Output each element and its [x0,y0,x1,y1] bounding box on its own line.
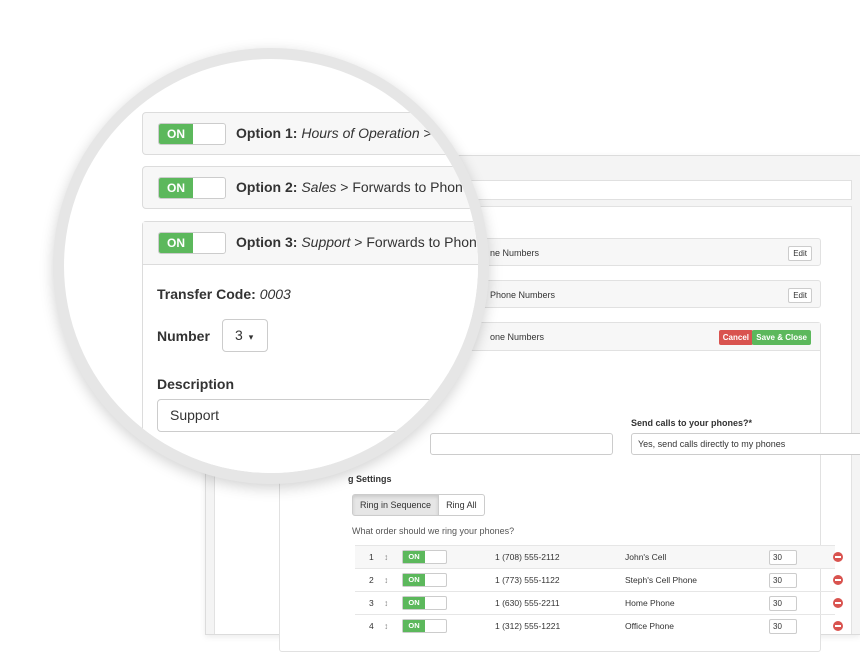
table-row: 4 ↕ ON 1 (312) 555-1221 Office Phone 30 [355,614,843,637]
option-prefix: Option 1: [236,125,298,141]
phone-number: 1 (630) 555-2211 [495,598,560,608]
option-category: Hours of Operation [301,125,420,141]
option-prefix: Option 2: [236,179,298,195]
row-index: 3 [369,598,374,608]
phone-name: Steph's Cell Phone [625,575,698,585]
ring-seconds-input[interactable]: 30 [769,550,797,565]
ring-settings-label: g Settings [348,474,392,484]
option-row-2[interactable]: ON Option 2: Sales > Forwards to Phone [142,166,478,209]
send-calls-value: Yes, send calls directly to my phones [638,439,786,449]
ring-seconds-input[interactable]: 30 [769,596,797,611]
ring-in-sequence-button[interactable]: Ring in Sequence [352,494,440,516]
phone-toggle[interactable]: ON [402,550,447,564]
transfer-code: Transfer Code: 0003 [157,286,291,302]
option-prefix: Option 3: [236,234,298,250]
ring-seconds-input[interactable]: 30 [769,573,797,588]
row-index: 2 [369,575,374,585]
option-label: Option 3: Support > Forwards to Phone [236,222,478,263]
option-separator: > [350,234,367,250]
on-label: ON [159,233,193,253]
transfer-code-value: 0003 [259,286,291,302]
number-value: 3 [235,327,243,343]
description-input[interactable]: Support [157,399,478,432]
on-label: ON [159,124,193,144]
phone-name: Office Phone [625,621,674,631]
transfer-code-label: Transfer Code: [157,286,256,302]
option-toggle[interactable]: ON [158,232,226,254]
on-label: ON [403,574,425,586]
phone-toggle[interactable]: ON [402,573,447,587]
row-label: one Numbers [490,332,545,342]
remove-icon[interactable] [833,621,843,631]
drag-handle-icon[interactable]: ↕ [384,569,388,591]
option-row-3[interactable]: ON Option 3: Support > Forwards to Phone [143,222,478,265]
ring-mode-group: Ring in Sequence Ring All [352,494,485,516]
phone-name: Home Phone [625,598,675,608]
phone-number: 1 (773) 555-1122 [495,575,560,585]
magnified-view: ON Option 1: Hours of Operation > … ON O… [64,59,478,473]
option-category: Support [301,234,351,250]
row-label: Phone Numbers [490,290,556,300]
row-index: 1 [369,552,374,562]
save-close-button[interactable]: Save & Close [752,330,811,345]
remove-icon[interactable] [833,552,843,562]
table-row: 3 ↕ ON 1 (630) 555-2211 Home Phone 30 [355,591,843,614]
phone-list: 1 ↕ ON 1 (708) 555-2112 John's Cell 30 2… [355,545,843,637]
remove-icon[interactable] [833,598,843,608]
option-toggle[interactable]: ON [158,177,226,199]
drag-handle-icon[interactable]: ↕ [384,615,388,637]
drag-handle-icon[interactable]: ↕ [384,592,388,614]
option-row-1[interactable]: ON Option 1: Hours of Operation > … [142,112,478,155]
number-select[interactable]: 3 ▾ [222,319,268,352]
option-rest: Forwards to Phone [366,234,478,250]
phone-number: 1 (708) 555-2112 [495,552,560,562]
caret-down-icon: ▾ [248,332,254,342]
row-label: ne Numbers [490,248,540,258]
table-row: 1 ↕ ON 1 (708) 555-2112 John's Cell 30 [355,545,843,568]
edit-button[interactable]: Edit [788,288,812,303]
magnifier-lens: ON Option 1: Hours of Operation > … ON O… [53,48,489,484]
edit-button[interactable]: Edit [788,246,812,261]
number-label: Number [157,328,210,344]
option-label: Option 2: Sales > Forwards to Phone [236,167,471,208]
phone-name: John's Cell [625,552,667,562]
phone-toggle[interactable]: ON [402,619,447,633]
phone-toggle[interactable]: ON [402,596,447,610]
ring-order-question: What order should we ring your phones? [352,526,515,536]
send-calls-select[interactable]: Yes, send calls directly to my phones ⬍ [631,433,860,455]
cancel-button[interactable]: Cancel [718,330,753,345]
on-label: ON [159,178,193,198]
remove-icon[interactable] [833,575,843,585]
ring-seconds-input[interactable]: 30 [769,619,797,634]
option-toggle[interactable]: ON [158,123,226,145]
send-calls-label: Send calls to your phones?* [631,418,753,428]
phone-number: 1 (312) 555-1221 [495,621,561,631]
option-rest: … [435,125,450,141]
row-index: 4 [369,621,374,631]
option-separator: > [419,125,436,141]
on-label: ON [403,620,425,632]
drag-handle-icon[interactable]: ↕ [384,546,388,568]
on-label: ON [403,551,425,563]
option-3-panel: ON Option 3: Support > Forwards to Phone [142,221,478,473]
ring-all-button[interactable]: Ring All [439,494,485,516]
description-label: Description [157,376,235,392]
on-label: ON [403,597,425,609]
option-category: Sales [301,179,337,195]
option-separator: > [336,179,353,195]
option-label: Option 1: Hours of Operation > … [236,113,450,154]
table-row: 2 ↕ ON 1 (773) 555-1122 Steph's Cell Pho… [355,568,843,591]
option-rest: Forwards to Phone [352,179,471,195]
